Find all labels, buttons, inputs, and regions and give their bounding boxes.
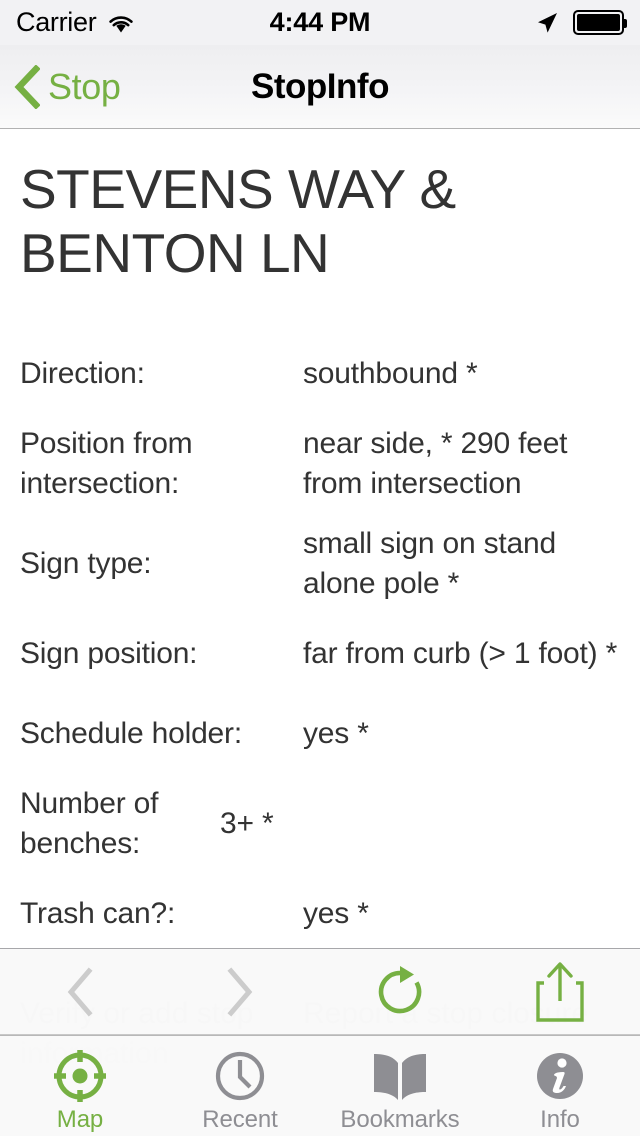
tab-bookmarks[interactable]: Bookmarks	[320, 1036, 480, 1136]
clock-icon	[212, 1046, 268, 1106]
tab-info-label: Info	[540, 1106, 580, 1133]
detail-label: Number of benches:	[20, 786, 159, 860]
toolbar-back-button[interactable]	[20, 949, 140, 1035]
toolbar-share-button[interactable]	[500, 949, 620, 1035]
detail-label: Direction:	[20, 356, 145, 390]
chevron-right-icon	[225, 966, 255, 1017]
toolbar-reload-button[interactable]	[340, 949, 460, 1035]
detail-label: Sign type:	[20, 546, 152, 580]
status-bar-right	[534, 10, 627, 36]
tab-map[interactable]: Map	[0, 1036, 160, 1136]
detail-value: yes *	[303, 896, 369, 930]
book-open-icon	[370, 1046, 430, 1106]
chevron-left-icon	[65, 966, 95, 1017]
table-row: Trash can?: yes *	[0, 874, 640, 954]
detail-value: far from curb (> 1 foot) *	[303, 636, 618, 670]
detail-label: Position from intersection:	[20, 426, 193, 500]
stopinfo-screen: Carrier 4:44 PM Stop StopInfo STEVENS WA…	[0, 0, 640, 1136]
tab-bar: Map Recent Bookmarks Info	[0, 1035, 640, 1136]
browser-toolbar	[0, 948, 640, 1035]
table-row: Number of benches: 3+ *	[0, 774, 640, 874]
table-row: Sign type: small sign on stand alone pol…	[0, 514, 640, 614]
stop-name-heading: STEVENS WAY & BENTON LN	[20, 158, 456, 284]
table-row: Direction: southbound *	[0, 334, 640, 414]
tab-info[interactable]: Info	[480, 1036, 640, 1136]
battery-full-icon	[573, 10, 627, 35]
info-circle-icon	[532, 1046, 588, 1106]
table-row: Position from intersection: near side, *…	[0, 414, 640, 514]
status-bar: Carrier 4:44 PM	[0, 0, 640, 45]
table-row: Sign position: far from curb (> 1 foot) …	[0, 614, 640, 694]
detail-value: near side, * 290 feet from intersection	[303, 426, 568, 500]
detail-value: yes *	[303, 716, 369, 750]
detail-value: southbound *	[303, 356, 478, 390]
detail-label: Trash can?:	[20, 896, 176, 930]
table-row: Schedule holder: yes *	[0, 694, 640, 774]
tab-bookmarks-label: Bookmarks	[340, 1106, 460, 1133]
detail-label: Schedule holder:	[20, 716, 242, 750]
crosshair-target-icon	[52, 1046, 108, 1106]
detail-label: Sign position:	[20, 636, 198, 670]
detail-value: 3+ *	[220, 806, 274, 840]
tab-recent[interactable]: Recent	[160, 1036, 320, 1136]
page-title: StopInfo	[251, 66, 389, 106]
share-icon	[535, 961, 585, 1023]
navigation-bar: Stop StopInfo	[0, 45, 640, 129]
reload-icon	[373, 965, 427, 1019]
tab-map-label: Map	[56, 1106, 104, 1133]
stop-detail-list: Direction: southbound * Position from in…	[0, 334, 640, 954]
location-arrow-icon	[534, 10, 560, 36]
detail-value: small sign on stand alone pole *	[303, 526, 557, 600]
tab-recent-label: Recent	[202, 1106, 278, 1133]
toolbar-forward-button[interactable]	[180, 949, 300, 1035]
